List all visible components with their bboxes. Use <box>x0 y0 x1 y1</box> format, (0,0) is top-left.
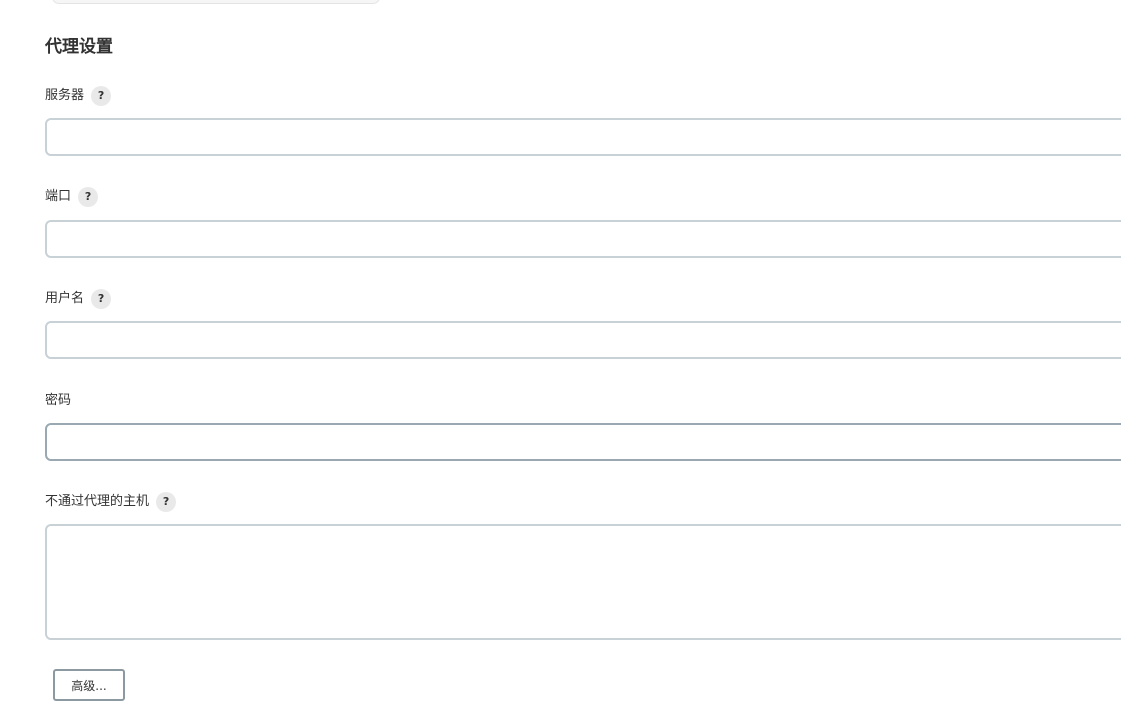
server-input[interactable] <box>45 118 1121 156</box>
password-label: 密码 <box>45 393 72 408</box>
server-help-icon[interactable]: ? <box>91 86 112 106</box>
top-field-remnant <box>52 0 380 4</box>
port-input[interactable] <box>45 220 1121 258</box>
no-proxy-hosts-label-row: 不通过代理的主机 ? <box>45 492 177 512</box>
port-label: 端口 <box>45 189 72 204</box>
username-label-row: 用户名 ? <box>45 289 112 309</box>
no-proxy-hosts-help-icon[interactable]: ? <box>156 492 177 512</box>
password-label-row: 密码 <box>45 391 71 411</box>
username-label: 用户名 <box>45 291 85 306</box>
username-input[interactable] <box>45 321 1121 359</box>
port-label-row: 端口 ? <box>45 187 99 207</box>
password-input[interactable] <box>45 423 1121 461</box>
section-title: 代理设置 <box>45 37 113 57</box>
no-proxy-hosts-label: 不通过代理的主机 <box>45 494 150 509</box>
advanced-button[interactable]: 高级... <box>53 669 125 701</box>
username-help-icon[interactable]: ? <box>91 289 112 309</box>
server-label-row: 服务器 ? <box>45 86 112 106</box>
no-proxy-hosts-textarea[interactable] <box>45 524 1121 640</box>
server-label: 服务器 <box>45 88 85 103</box>
port-help-icon[interactable]: ? <box>78 187 99 207</box>
